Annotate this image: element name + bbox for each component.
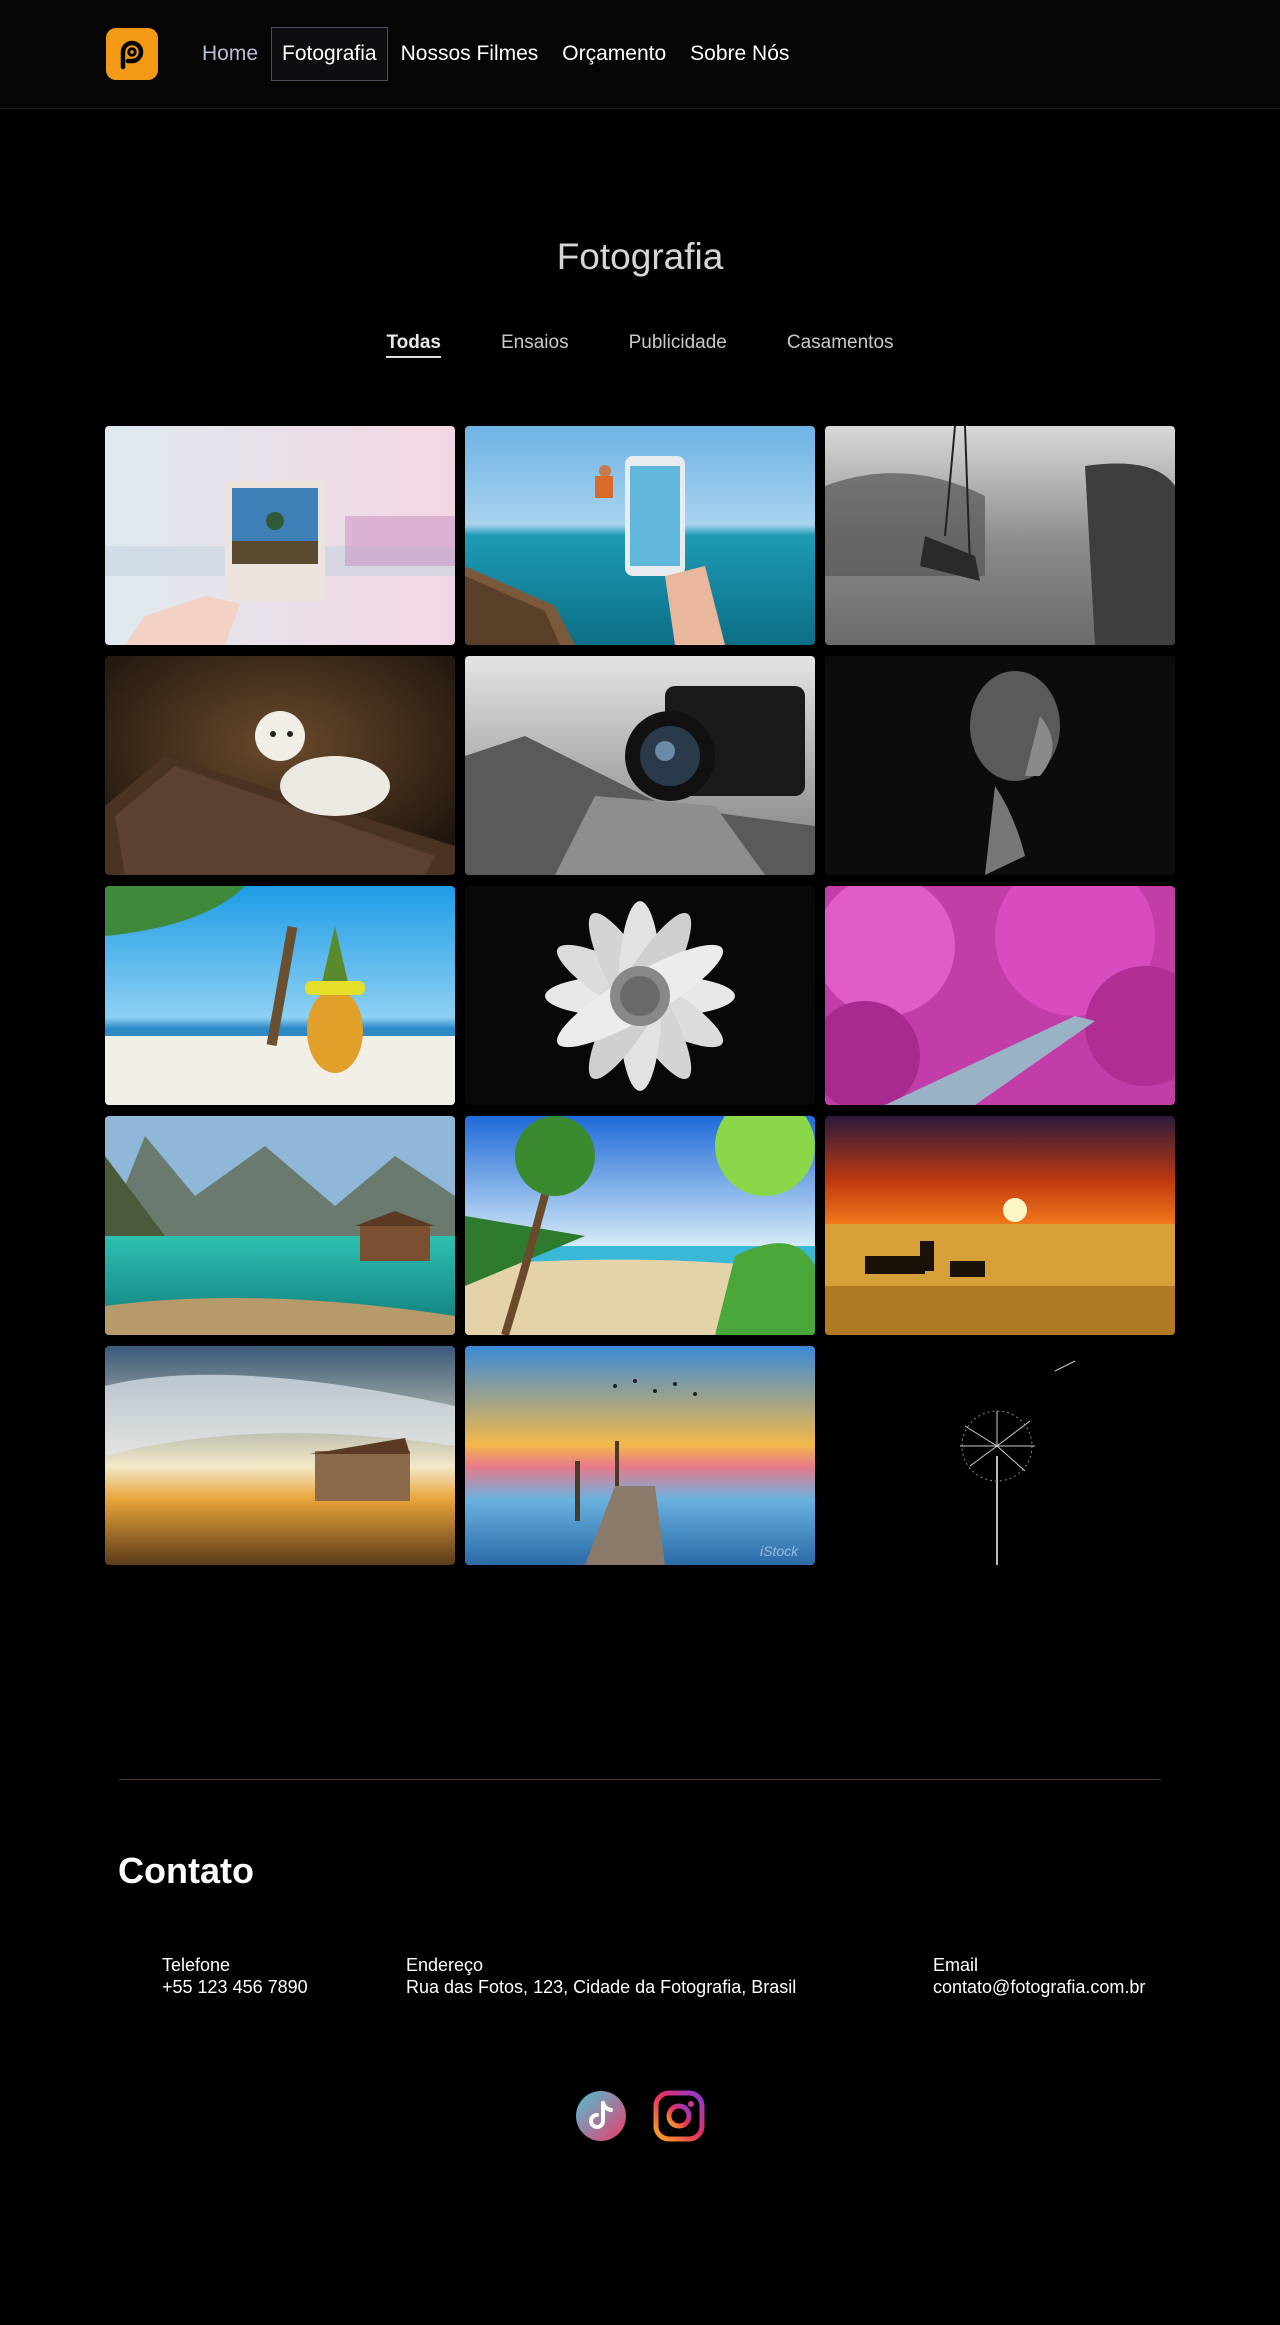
gallery-image-woman-portrait[interactable]	[825, 656, 1175, 875]
gallery-image-mountain-lake[interactable]	[105, 1116, 455, 1335]
gallery-image-tropical-beach[interactable]	[465, 1116, 815, 1335]
email-value[interactable]: contato@fotografia.com.br	[933, 1976, 1145, 1998]
nav-nossos-filmes[interactable]: Nossos Filmes	[390, 27, 550, 81]
watermark-text: iStock	[760, 1543, 799, 1559]
address-value: Rua das Fotos, 123, Cidade da Fotografia…	[406, 1977, 797, 1997]
gallery-image-savanna-sunset[interactable]	[825, 1116, 1175, 1335]
filter-casamentos[interactable]: Casamentos	[787, 332, 894, 358]
gallery-image-dandelion[interactable]	[825, 1346, 1175, 1565]
contact-phone: Telefone +55 123 456 7890	[162, 1954, 308, 1998]
gallery-image-sunset-cabin[interactable]	[105, 1346, 455, 1565]
gallery-image-swing[interactable]	[825, 426, 1175, 645]
gallery-image-pink-forest[interactable]	[825, 886, 1175, 1105]
site-header: Home Fotografia Nossos Filmes Orçamento …	[0, 0, 1280, 109]
gallery-image-camera-rocks[interactable]	[465, 656, 815, 875]
contact-email: Email contato@fotografia.com.br	[933, 1954, 1145, 1998]
address-label: Endereço	[406, 1955, 484, 1975]
footer-divider	[119, 1779, 1161, 1780]
gallery-image-pier-sunset[interactable]: iStock	[465, 1346, 815, 1565]
gallery-image-pineapple-beach[interactable]	[105, 886, 455, 1105]
filter-publicidade[interactable]: Publicidade	[629, 332, 727, 358]
phone-value: +55 123 456 7890	[162, 1977, 308, 1997]
category-filters: Todas Ensaios Publicidade Casamentos	[0, 332, 1280, 358]
gallery-image-phone-jumping[interactable]	[465, 426, 815, 645]
nav-fotografia[interactable]: Fotografia	[271, 27, 388, 81]
gallery-image-daisy[interactable]	[465, 886, 815, 1105]
page-title: Fotografia	[556, 236, 724, 277]
contact-title: Contato	[118, 1850, 254, 1891]
gallery-image-lion-cub[interactable]	[105, 656, 455, 875]
contact-address: Endereço Rua das Fotos, 123, Cidade da F…	[406, 1954, 796, 1998]
gallery-image-polaroid[interactable]	[105, 426, 455, 645]
nav-sobre-nos[interactable]: Sobre Nós	[679, 27, 800, 81]
photo-gallery: iStock	[105, 426, 1175, 1565]
email-label: Email	[933, 1955, 979, 1975]
camera-swirl-logo-icon[interactable]	[106, 28, 158, 80]
filter-todas[interactable]: Todas	[386, 332, 441, 358]
filter-ensaios[interactable]: Ensaios	[501, 332, 569, 358]
tiktok-icon[interactable]	[575, 2090, 627, 2142]
main-nav: Home Fotografia Nossos Filmes Orçamento …	[191, 27, 802, 81]
nav-home[interactable]: Home	[191, 27, 269, 81]
instagram-icon[interactable]	[653, 2090, 705, 2142]
phone-label: Telefone	[162, 1955, 231, 1975]
nav-orcamento[interactable]: Orçamento	[551, 27, 677, 81]
